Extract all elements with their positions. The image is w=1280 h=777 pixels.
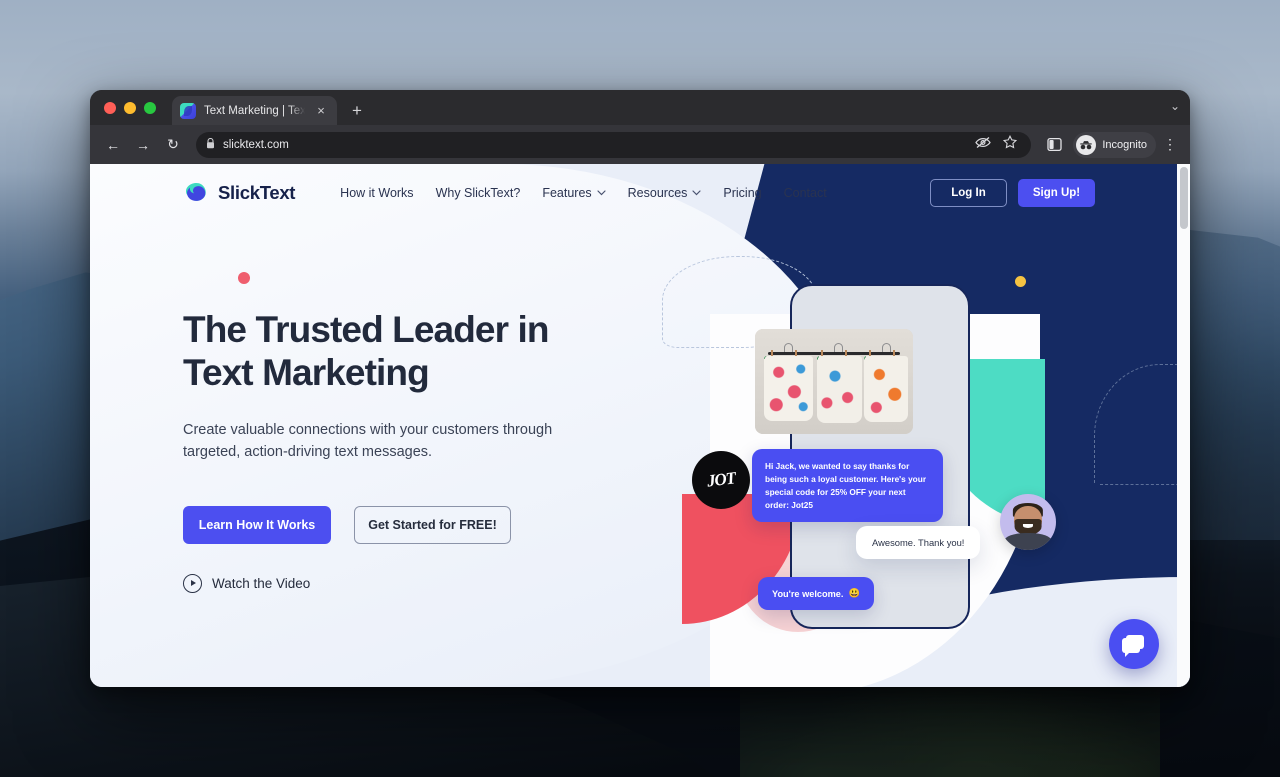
- back-icon[interactable]: ←: [100, 132, 126, 158]
- new-tab-button[interactable]: +: [343, 96, 371, 125]
- nav-item-features[interactable]: Features: [542, 186, 606, 200]
- reload-icon[interactable]: ↻: [160, 132, 186, 158]
- scrollbar-thumb[interactable]: [1179, 167, 1188, 229]
- signup-button[interactable]: Sign Up!: [1018, 179, 1095, 207]
- site-brand-name: SlickText: [218, 182, 296, 203]
- play-icon: [183, 573, 202, 593]
- site-logo[interactable]: SlickText: [183, 180, 295, 206]
- login-button[interactable]: Log In: [930, 179, 1007, 207]
- customer-avatar: [1000, 494, 1056, 550]
- message-bubble-business-1: Hi Jack, we wanted to say thanks for bei…: [752, 449, 943, 523]
- smiley-emoji-icon: 😃: [848, 588, 860, 598]
- get-started-button[interactable]: Get Started for FREE!: [354, 505, 511, 544]
- chat-widget-button[interactable]: [1109, 619, 1159, 669]
- chevron-down-icon: [597, 189, 606, 198]
- decorative-coral-dot: [238, 272, 250, 284]
- forward-icon[interactable]: →: [130, 132, 156, 158]
- incognito-icon: [1076, 134, 1097, 155]
- nav-item-pricing[interactable]: Pricing: [723, 186, 761, 200]
- nav-item-contact[interactable]: Contact: [784, 186, 827, 200]
- message-bubble-customer: Awesome. Thank you!: [856, 526, 981, 559]
- chevron-down-icon[interactable]: ⌄: [1170, 99, 1180, 113]
- nav-label: Contact: [783, 186, 827, 200]
- slicktext-favicon: [180, 102, 196, 119]
- hero-content: The Trusted Leader in Text Marketing Cre…: [183, 309, 603, 593]
- nav-label: Why SlickText?: [435, 186, 521, 200]
- message-text: You're welcome.: [772, 588, 844, 599]
- page-viewport: JOT Hi Jack, we wanted to say thanks for…: [90, 164, 1190, 687]
- lock-icon: [206, 137, 215, 151]
- profile-label: Incognito: [1102, 138, 1147, 151]
- header-actions: Log In Sign Up!: [930, 179, 1095, 207]
- product-photo-floral-shirts: [755, 329, 913, 434]
- site-navigation: How it Works Why SlickText? Features Res…: [340, 186, 827, 200]
- browser-tab[interactable]: Text Marketing | Text Message ×: [172, 96, 337, 125]
- close-window-button[interactable]: [104, 101, 116, 114]
- maximize-window-button[interactable]: [144, 101, 156, 114]
- window-controls[interactable]: [100, 90, 164, 125]
- nav-label: How it Works: [340, 186, 414, 200]
- page-title: The Trusted Leader in Text Marketing: [183, 309, 603, 395]
- nav-item-how-it-works[interactable]: How it Works: [340, 186, 413, 200]
- nav-item-resources[interactable]: Resources: [628, 186, 702, 200]
- jot-brand-label: JOT: [705, 468, 737, 491]
- browser-menu-icon[interactable]: ⋮: [1160, 136, 1180, 153]
- browser-toolbar: ← → ↻ slicktext.com Incognito ⋮: [90, 125, 1190, 164]
- nav-item-why-slicktext[interactable]: Why SlickText?: [436, 186, 521, 200]
- jot-brand-badge: JOT: [692, 451, 750, 509]
- url-text: slicktext.com: [223, 138, 289, 151]
- hero-cta-row: Learn How It Works Get Started for FREE!: [183, 505, 603, 544]
- headline-line-1: The Trusted Leader in: [183, 309, 549, 350]
- learn-how-it-works-button[interactable]: Learn How It Works: [183, 505, 331, 544]
- message-row: You're welcome. 😃: [758, 577, 874, 610]
- slicktext-logo-icon: [183, 180, 209, 206]
- desktop-wallpaper: Text Marketing | Text Message × + ⌄ ← → …: [0, 0, 1280, 777]
- page-scrollbar[interactable]: [1177, 164, 1190, 687]
- message-text: Hi Jack, we wanted to say thanks for bei…: [752, 449, 943, 523]
- message-bubble-business-2: You're welcome. 😃: [758, 577, 874, 610]
- tab-title: Text Marketing | Text Message: [204, 104, 305, 117]
- eye-slash-icon[interactable]: [975, 136, 992, 154]
- browser-window: Text Marketing | Text Message × + ⌄ ← → …: [90, 90, 1190, 687]
- headline-line-2: Text Marketing: [183, 351, 430, 393]
- address-bar[interactable]: slicktext.com: [196, 131, 1032, 158]
- nav-label: Pricing: [723, 186, 762, 200]
- minimize-window-button[interactable]: [124, 101, 136, 114]
- decorative-yellow-dot: [1015, 276, 1026, 287]
- side-panel-icon[interactable]: [1041, 132, 1067, 158]
- star-icon[interactable]: [1003, 134, 1018, 154]
- nav-label: Resources: [627, 186, 688, 200]
- watch-video-label: Watch the Video: [212, 575, 311, 591]
- nav-label: Features: [542, 186, 592, 200]
- watch-video-link[interactable]: Watch the Video: [183, 573, 603, 593]
- chevron-down-icon: [692, 189, 702, 198]
- browser-tab-strip: Text Marketing | Text Message × + ⌄: [90, 90, 1190, 125]
- site-header: SlickText How it Works Why SlickText? Fe…: [90, 164, 1190, 222]
- profile-incognito-badge[interactable]: Incognito: [1073, 131, 1156, 158]
- message-text: Awesome. Thank you!: [872, 537, 965, 548]
- hero-subheadline: Create valuable connections with your cu…: [183, 421, 553, 461]
- close-icon[interactable]: ×: [313, 104, 329, 117]
